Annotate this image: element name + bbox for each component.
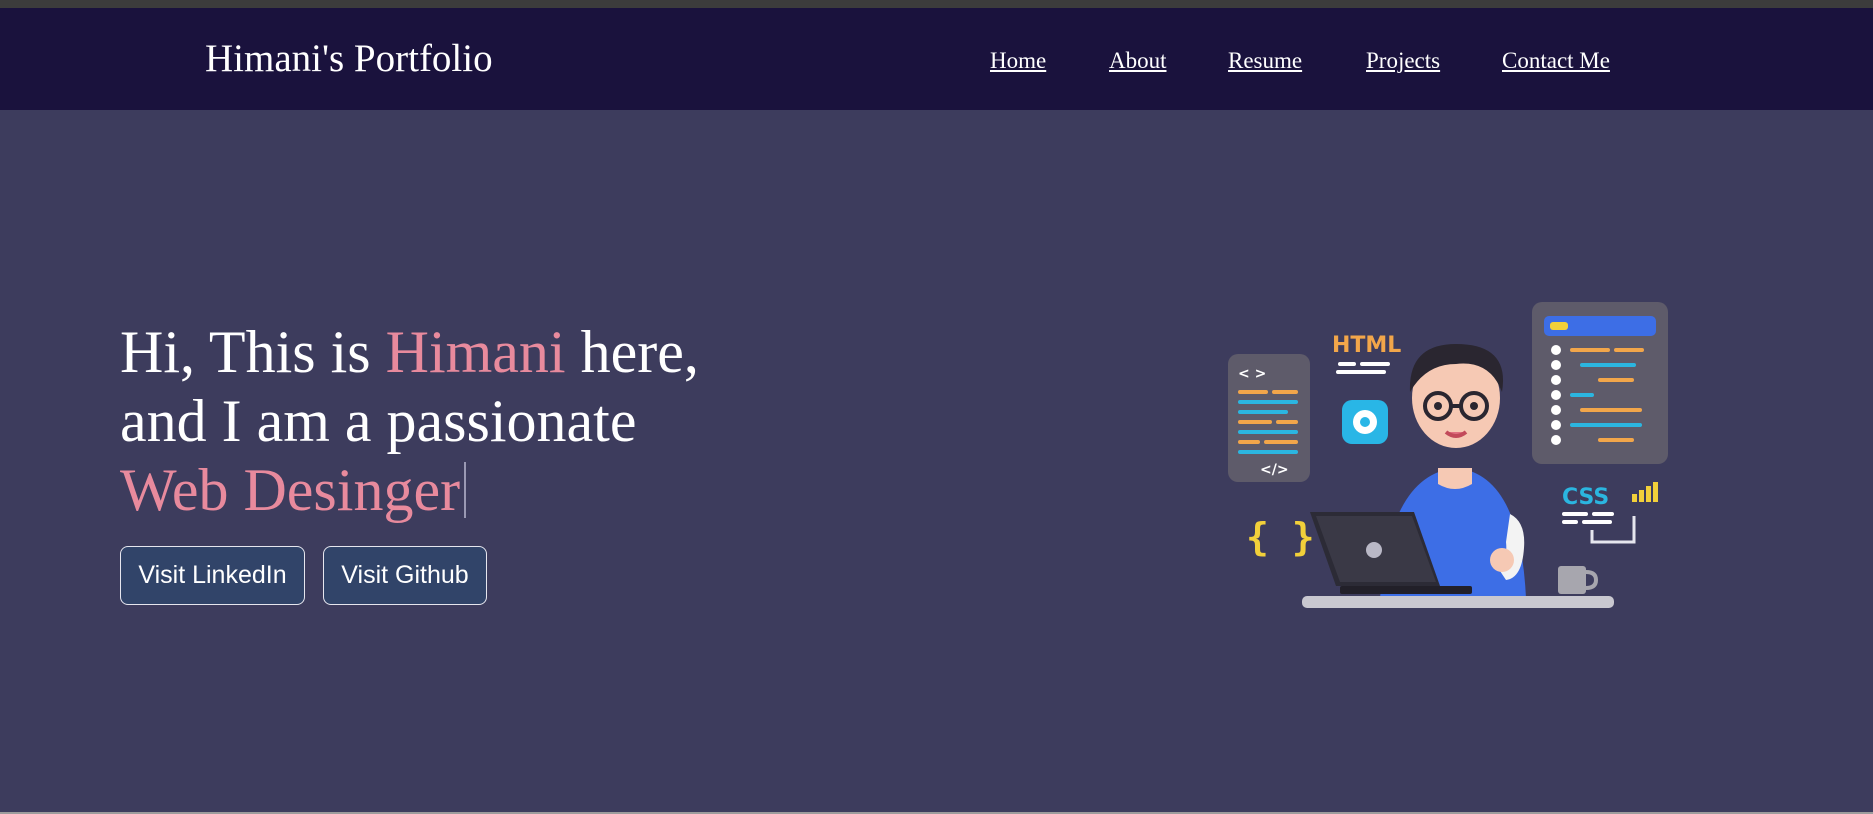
nav-link-resume[interactable]: Resume [1228,48,1302,74]
window-top-border [0,0,1873,8]
hero-intro-suffix: here, [565,319,699,385]
visit-linkedin-button[interactable]: Visit LinkedIn [120,546,305,605]
html-label: HTML [1332,333,1401,358]
hero-line-2: and I am a passionate [120,388,637,454]
navbar: Himani's Portfolio Home About Resume Pro… [0,8,1873,110]
hero-role-typed: Web Desinger [120,457,461,523]
code-panel-right [1532,302,1668,464]
typing-cursor [464,462,467,518]
hero-line-1: Hi, This is Himani here, [120,318,699,387]
hero-intro-text: Hi, This is [120,319,386,385]
hero-line-3: Web Desinger [120,456,699,525]
developer-illustration: < > </> HTML { } CSS [1228,302,1668,608]
css-label: CSS [1562,485,1609,510]
nav-link-projects[interactable]: Projects [1366,48,1440,74]
visit-github-button[interactable]: Visit Github [323,546,487,605]
code-tag-icon: < > </> [1228,354,1310,482]
gear-icon [1342,400,1388,444]
braces-icon: { } [1246,515,1315,559]
nav-menu: Home About Resume Projects Contact Me [0,48,1873,88]
svg-text:</>: </> [1260,462,1289,478]
nav-link-contact[interactable]: Contact Me [1502,48,1610,74]
hero-heading: Hi, This is Himani here, and I am a pass… [120,318,699,525]
signal-bars-icon [1632,482,1658,502]
mug-icon [1558,566,1599,594]
nav-link-home[interactable]: Home [990,48,1046,74]
hero-name: Himani [385,319,566,385]
nav-link-about[interactable]: About [1109,48,1167,74]
svg-text:< >: < > [1238,366,1266,382]
